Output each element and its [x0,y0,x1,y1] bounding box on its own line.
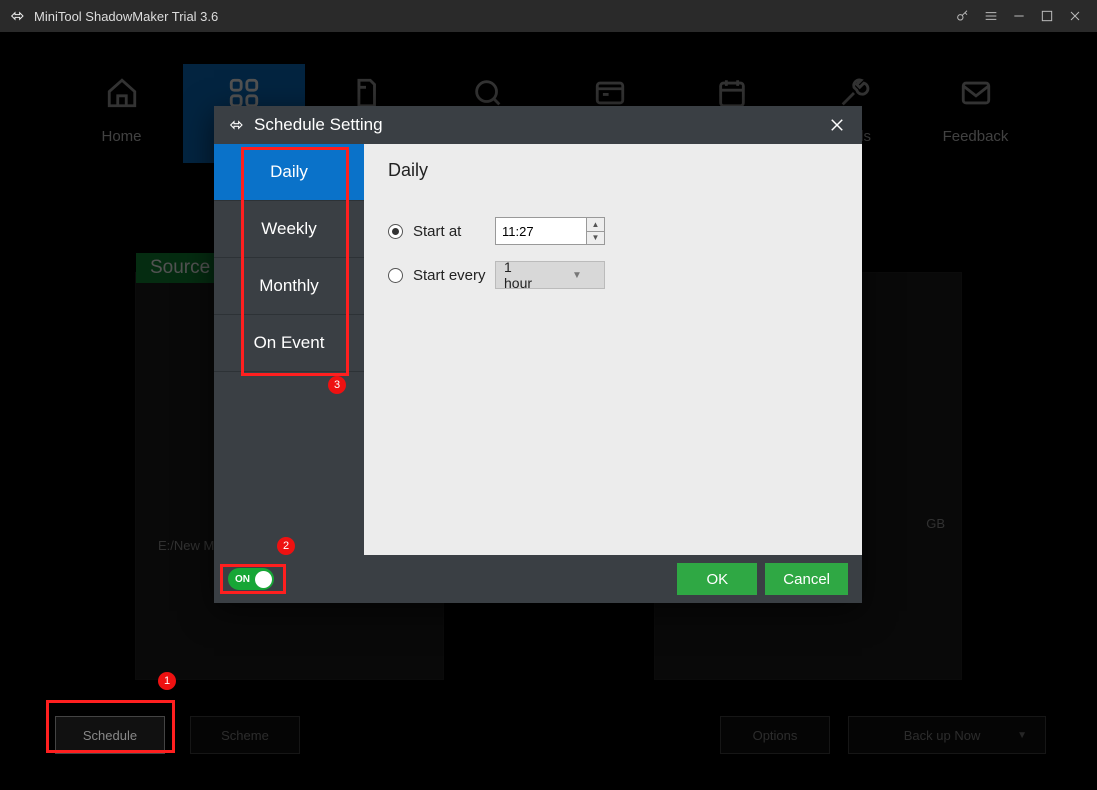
ok-button[interactable]: OK [677,563,757,595]
start-every-value: 1 hour [496,259,550,291]
scheme-button[interactable]: Scheme [190,716,300,754]
spinner-down-icon[interactable]: ▼ [587,232,604,245]
cancel-button[interactable]: Cancel [765,563,848,595]
spinner-up-icon[interactable]: ▲ [587,218,604,232]
nav-feedback[interactable]: Feedback [915,64,1037,163]
start-at-value[interactable] [496,218,586,244]
nav-label: Feedback [943,128,1009,145]
start-at-time-input[interactable]: ▲ ▼ [495,217,605,245]
nav-label: Home [101,128,141,145]
dialog-icon [226,115,246,135]
chevron-down-icon: ▼ [550,270,604,281]
schedule-enable-toggle[interactable]: ON [228,568,274,590]
app-icon [8,7,26,25]
radio-start-at[interactable] [388,224,403,239]
tab-monthly[interactable]: Monthly [214,258,364,315]
dialog-title: Schedule Setting [254,115,383,135]
toggle-knob [255,571,272,588]
minimize-icon[interactable] [1005,6,1033,26]
options-label: Options [753,728,798,743]
scheme-label: Scheme [221,728,269,743]
app-title: MiniTool ShadowMaker Trial 3.6 [34,9,218,24]
toggle-label: ON [235,574,250,585]
tab-on-event[interactable]: On Event [214,315,364,372]
start-every-select[interactable]: 1 hour ▼ [495,261,605,289]
radio-start-every[interactable] [388,268,403,283]
dialog-titlebar: Schedule Setting [214,106,862,144]
schedule-label: Schedule [83,728,137,743]
dialog-close-button[interactable] [824,112,850,138]
nav-home[interactable]: Home [61,64,183,163]
tab-weekly[interactable]: Weekly [214,201,364,258]
bottom-bar: Schedule Scheme Options Back up Now▼ [0,700,1097,770]
menu-icon[interactable] [977,6,1005,26]
close-window-icon[interactable] [1061,6,1089,26]
dest-size: GB [926,516,945,531]
content-heading: Daily [388,160,838,181]
schedule-content: Daily Start at ▲ ▼ Start every 1 hour ▼ [364,144,862,555]
schedule-button[interactable]: Schedule [55,716,165,754]
options-button[interactable]: Options [720,716,830,754]
source-path: E:/New M [158,538,214,553]
chevron-down-icon: ▼ [1017,730,1027,741]
backup-now-label: Back up Now [867,728,1017,743]
key-icon[interactable] [949,6,977,26]
maximize-icon[interactable] [1033,6,1061,26]
label-start-at: Start at [413,223,495,240]
schedule-setting-dialog: Schedule Setting Daily Weekly Monthly On… [214,106,862,603]
backup-now-button[interactable]: Back up Now▼ [848,716,1046,754]
tab-daily[interactable]: Daily [214,144,364,201]
schedule-tabs: Daily Weekly Monthly On Event [214,144,364,555]
titlebar: MiniTool ShadowMaker Trial 3.6 [0,0,1097,32]
label-start-every: Start every [413,267,495,284]
dialog-footer: ON OK Cancel [214,555,862,603]
